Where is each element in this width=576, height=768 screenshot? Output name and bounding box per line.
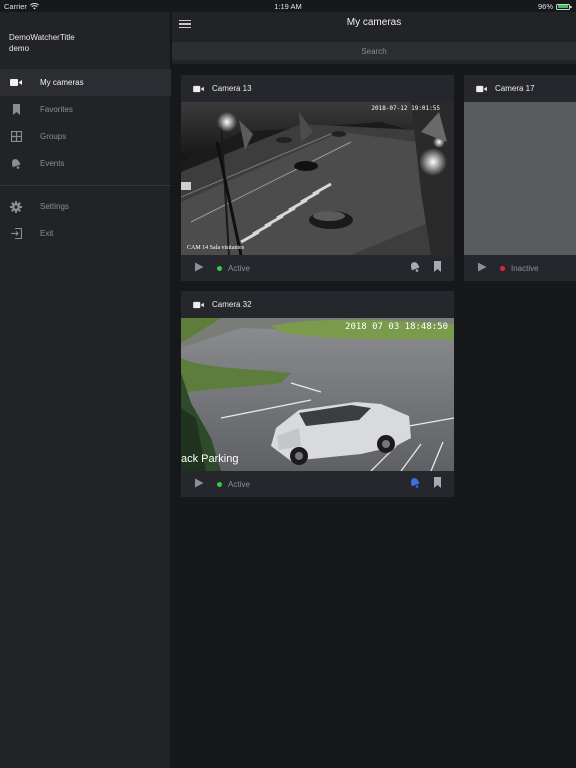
sidebar: DemoWatcherTitle demo My cameras Favorit… bbox=[0, 12, 171, 768]
sidebar-item-settings[interactable]: Settings bbox=[0, 193, 171, 220]
username: demo bbox=[9, 44, 30, 53]
bookmark-icon[interactable] bbox=[433, 477, 442, 490]
feed-timestamp: 2018 07 03 18:48:50 bbox=[345, 322, 448, 332]
sidebar-item-favorites[interactable]: Favorites bbox=[0, 96, 171, 123]
sidebar-item-my-cameras[interactable]: My cameras bbox=[0, 69, 171, 96]
battery-fill bbox=[557, 5, 569, 8]
feed-label: CAM 14 Sala visitantes bbox=[187, 245, 245, 251]
video-camera-icon bbox=[476, 85, 490, 93]
camera-card-32[interactable]: Camera 32 2018 07 03 18:48:50 ack Parkin… bbox=[181, 291, 454, 497]
camera-card-header: Camera 32 bbox=[181, 291, 454, 318]
camera-status: Inactive bbox=[511, 263, 539, 273]
sidebar-item-label: Favorites bbox=[40, 105, 73, 114]
sidebar-item-label: Settings bbox=[40, 202, 69, 211]
battery-percent: 96% bbox=[537, 2, 553, 11]
play-icon[interactable] bbox=[477, 262, 489, 274]
bookmark-icon bbox=[9, 103, 23, 117]
sidebar-item-label: My cameras bbox=[40, 78, 84, 87]
battery-info: 96% bbox=[537, 2, 572, 11]
events-bell-icon[interactable] bbox=[409, 477, 421, 490]
sidebar-item-exit[interactable]: Exit bbox=[0, 220, 171, 247]
night-street-image bbox=[181, 102, 454, 255]
bookmark-icon[interactable] bbox=[433, 261, 442, 274]
camera-name: Camera 17 bbox=[495, 84, 535, 93]
battery-icon bbox=[556, 3, 572, 10]
sidebar-divider bbox=[0, 185, 171, 186]
camera-name: Camera 13 bbox=[212, 84, 252, 93]
play-icon[interactable] bbox=[194, 262, 206, 274]
search-bar bbox=[172, 40, 576, 64]
events-bell-icon[interactable] bbox=[409, 261, 421, 274]
video-camera-icon bbox=[193, 301, 207, 309]
status-bar: Carrier 1:19 AM 96% bbox=[0, 0, 576, 12]
status-time: 1:19 AM bbox=[274, 2, 302, 11]
camera-card-17[interactable]: Camera 17 Inactive bbox=[464, 75, 576, 281]
grid-icon bbox=[9, 130, 23, 144]
play-icon[interactable] bbox=[194, 478, 206, 490]
camera-card-13[interactable]: Camera 13 2018-07-12 19:01:55 CAM 14 Sal… bbox=[181, 75, 454, 281]
sidebar-item-label: Exit bbox=[40, 229, 54, 238]
sidebar-item-groups[interactable]: Groups bbox=[0, 123, 171, 150]
sidebar-item-label: Events bbox=[40, 159, 65, 168]
status-dot bbox=[217, 265, 222, 271]
parking-lot-image bbox=[181, 318, 454, 471]
status-dot bbox=[500, 265, 505, 271]
sidebar-item-label: Groups bbox=[40, 132, 67, 141]
camera-name: Camera 32 bbox=[212, 300, 252, 309]
top-header: My cameras bbox=[172, 12, 576, 40]
camera-card-footer: Active bbox=[181, 471, 454, 497]
gear-icon bbox=[9, 200, 23, 214]
camera-card-footer: Active bbox=[181, 255, 454, 281]
user-info: DemoWatcherTitle demo bbox=[9, 32, 75, 54]
sidebar-item-events[interactable]: Events bbox=[0, 150, 171, 177]
feed-label: ack Parking bbox=[181, 453, 239, 465]
camera-feed-17[interactable] bbox=[464, 102, 576, 255]
search-input[interactable] bbox=[172, 42, 576, 60]
camera-feed-32[interactable]: 2018 07 03 18:48:50 ack Parking bbox=[181, 318, 454, 471]
camera-card-header: Camera 17 bbox=[464, 75, 576, 102]
camera-card-header: Camera 13 bbox=[181, 75, 454, 102]
app-title: DemoWatcherTitle bbox=[9, 33, 75, 42]
exit-icon bbox=[9, 227, 23, 241]
camera-feed-13[interactable]: 2018-07-12 19:01:55 CAM 14 Sala visitant… bbox=[181, 102, 454, 255]
page-title: My cameras bbox=[346, 17, 402, 28]
video-camera-icon bbox=[9, 76, 23, 90]
camera-status: Active bbox=[228, 479, 250, 489]
video-camera-icon bbox=[193, 85, 207, 93]
status-dot bbox=[217, 481, 222, 487]
camera-card-footer: Inactive bbox=[464, 255, 576, 281]
feed-timestamp: 2018-07-12 19:01:55 bbox=[371, 105, 440, 112]
bell-icon bbox=[9, 157, 23, 171]
camera-status: Active bbox=[228, 263, 250, 273]
